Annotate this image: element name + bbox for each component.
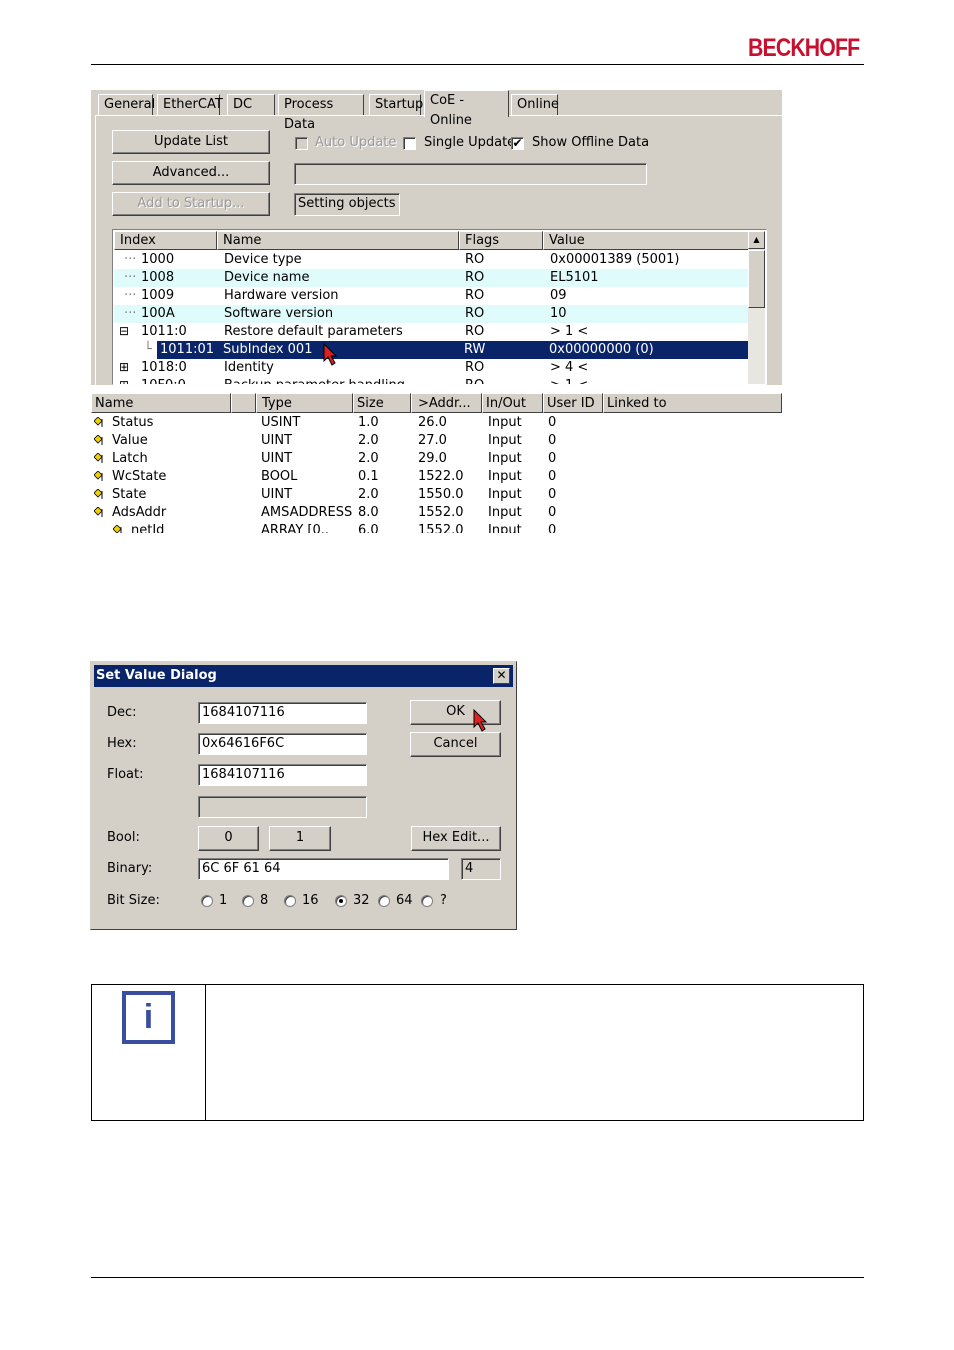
update-list-button[interactable]: Update List xyxy=(112,130,270,154)
cancel-button[interactable]: Cancel xyxy=(410,732,501,757)
variable-row[interactable]: AdsAddr AMSADDRESS 8.0 1552.0 Input 0 xyxy=(91,504,782,522)
column-var-userid[interactable]: User ID xyxy=(543,393,603,413)
set-value-dialog: Set Value Dialog ✕ Dec: 1684107116 OK He… xyxy=(90,661,517,930)
beckhoff-logo: BECKHOFF xyxy=(748,34,860,62)
tab-dc[interactable]: DC xyxy=(227,94,275,115)
dec-label: Dec: xyxy=(107,705,137,720)
column-var-addr[interactable]: >Addr... xyxy=(411,393,482,413)
info-icon: i xyxy=(122,991,175,1044)
coe-online-window: General EtherCAT DC Process Data Startup… xyxy=(91,90,783,386)
binary-input[interactable]: 6C 6F 61 64 xyxy=(198,858,449,880)
show-offline-data-label: Show Offline Data xyxy=(532,135,650,150)
object-row[interactable]: ··· 100A Software version RO 10 xyxy=(114,305,748,323)
object-list: Index Name Flags Value ··· 1000 Device t… xyxy=(112,229,767,385)
vertical-scrollbar[interactable]: ▲ xyxy=(748,231,765,384)
bit-size-32-label: 32 xyxy=(353,893,370,908)
object-row[interactable]: ··· 1000 Device type RO 0x00001389 (5001… xyxy=(114,251,748,269)
bit-size-32-radio[interactable] xyxy=(335,895,347,907)
hex-input[interactable]: 0x64616F6C xyxy=(198,733,367,755)
input-variable-icon xyxy=(113,525,122,533)
note-box: i xyxy=(91,984,864,1121)
hex-edit-button[interactable]: Hex Edit... xyxy=(411,826,501,851)
dec-input[interactable]: 1684107116 xyxy=(198,702,367,724)
progress-field xyxy=(294,163,647,185)
tab-ethercat[interactable]: EtherCAT xyxy=(157,94,223,115)
bit-size-16-radio[interactable] xyxy=(284,895,296,907)
input-variable-icon xyxy=(94,453,103,463)
bit-size-1-radio[interactable] xyxy=(201,895,213,907)
input-variable-group-icon xyxy=(94,507,103,517)
bool-true-button[interactable]: 1 xyxy=(269,826,331,851)
scroll-thumb[interactable] xyxy=(748,250,765,308)
close-icon[interactable]: ✕ xyxy=(493,668,510,684)
variables-list: Name Type Size >Addr... In/Out User ID L… xyxy=(91,393,782,533)
input-variable-icon xyxy=(94,417,103,427)
object-row[interactable]: ⊞ 1018:0 Identity RO > 4 < xyxy=(114,359,748,377)
bool-false-button[interactable]: 0 xyxy=(198,826,259,851)
variable-row[interactable]: State UINT 2.0 1550.0 Input 0 xyxy=(91,486,782,504)
float-input[interactable]: 1684107116 xyxy=(198,764,367,786)
column-var-type[interactable]: Type xyxy=(256,393,353,413)
show-offline-data-checkbox[interactable]: ✔ xyxy=(511,137,524,150)
header-rule xyxy=(91,64,864,65)
bit-size-8-radio[interactable] xyxy=(242,895,254,907)
expand-icon: ⊞ xyxy=(119,360,130,374)
input-variable-icon xyxy=(94,435,103,445)
bool-label: Bool: xyxy=(107,830,140,845)
input-variable-icon xyxy=(94,489,103,499)
object-row[interactable]: ⊞ 10F0:0 Backup parameter handling RO > … xyxy=(114,377,748,384)
bit-size-auto-radio[interactable] xyxy=(421,895,433,907)
bit-size-1-label: 1 xyxy=(219,893,228,908)
tab-strip: General EtherCAT DC Process Data Startup… xyxy=(91,90,782,132)
tab-startup[interactable]: Startup xyxy=(369,94,423,115)
extra-field xyxy=(198,796,367,818)
note-divider xyxy=(205,985,206,1120)
auto-update-checkbox[interactable] xyxy=(295,137,308,150)
object-row[interactable]: ··· 1008 Device name RO EL5101 xyxy=(114,269,748,287)
input-variable-icon xyxy=(94,471,103,481)
single-update-label: Single Update xyxy=(424,135,516,150)
hex-label: Hex: xyxy=(107,736,137,751)
bit-size-8-label: 8 xyxy=(260,893,269,908)
dialog-title: Set Value Dialog ✕ xyxy=(94,665,513,687)
binary-label: Binary: xyxy=(107,861,153,876)
column-value[interactable]: Value xyxy=(543,231,749,250)
object-row[interactable]: ⊟ 1011:0 Restore default parameters RO >… xyxy=(114,323,748,341)
column-index[interactable]: Index xyxy=(114,231,217,250)
collapse-icon: ⊟ xyxy=(119,324,130,338)
status-field: Setting objects xyxy=(294,193,400,216)
tab-coe-online[interactable]: CoE - Online xyxy=(424,90,509,128)
tab-online[interactable]: Online xyxy=(511,94,559,115)
float-label: Float: xyxy=(107,767,144,782)
bit-size-auto-label: ? xyxy=(440,893,447,908)
tab-general[interactable]: General xyxy=(98,94,155,115)
variable-row[interactable]: Latch UINT 2.0 29.0 Input 0 xyxy=(91,450,782,468)
column-var-blank[interactable] xyxy=(231,393,256,413)
column-var-size[interactable]: Size xyxy=(353,393,411,413)
bit-size-label: Bit Size: xyxy=(107,893,160,908)
tab-process-data[interactable]: Process Data xyxy=(278,94,364,132)
column-name[interactable]: Name xyxy=(217,231,459,250)
variable-row[interactable]: Value UINT 2.0 27.0 Input 0 xyxy=(91,432,782,450)
object-row[interactable]: ··· 1009 Hardware version RO 09 xyxy=(114,287,748,305)
footer-rule xyxy=(91,1277,864,1278)
column-var-name[interactable]: Name xyxy=(91,393,231,413)
object-row-selected[interactable]: 1011:01 SubIndex 001 RW 0x00000000 (0) xyxy=(157,341,748,359)
bit-size-16-label: 16 xyxy=(302,893,319,908)
add-to-startup-button[interactable]: Add to Startup... xyxy=(112,192,270,216)
variable-row[interactable]: netId ARRAY [0.. 6.0 1552.0 Input 0 xyxy=(91,522,782,533)
byte-count-field: 4 xyxy=(461,858,501,880)
variable-row[interactable]: WcState BOOL 0.1 1522.0 Input 0 xyxy=(91,468,782,486)
column-var-inout[interactable]: In/Out xyxy=(482,393,543,413)
scroll-up-icon[interactable]: ▲ xyxy=(748,231,765,249)
bit-size-64-label: 64 xyxy=(396,893,413,908)
column-flags[interactable]: Flags xyxy=(459,231,543,250)
column-var-linked[interactable]: Linked to xyxy=(603,393,782,413)
auto-update-label: Auto Update xyxy=(315,135,397,150)
variable-row[interactable]: Status USINT 1.0 26.0 Input 0 xyxy=(91,414,782,432)
mouse-pointer-icon xyxy=(473,709,488,732)
bit-size-64-radio[interactable] xyxy=(378,895,390,907)
advanced-button[interactable]: Advanced... xyxy=(112,161,270,185)
single-update-checkbox[interactable] xyxy=(403,137,416,150)
